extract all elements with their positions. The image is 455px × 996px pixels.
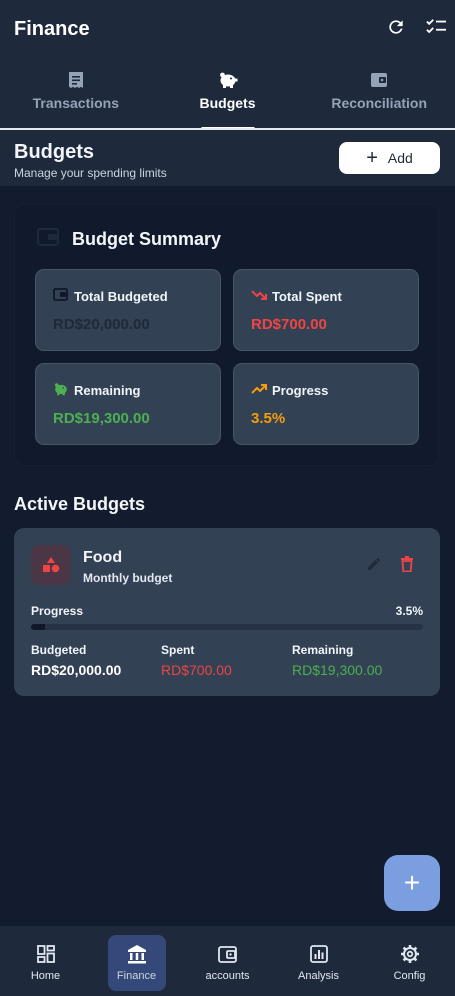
page-title: Budgets — [14, 141, 94, 163]
wallet-icon — [37, 228, 59, 251]
stat-progress: Progress 3.5% — [233, 363, 419, 445]
dashboard-icon — [36, 944, 55, 964]
edit-icon[interactable] — [366, 556, 382, 577]
app-title: Finance — [14, 18, 90, 40]
wallet-icon — [370, 70, 388, 90]
stat-label: Total Budgeted — [74, 289, 168, 304]
nav-label: Finance — [116, 970, 157, 982]
budget-summary-card: Budget Summary Total Budgeted RD$20,000.… — [14, 204, 439, 466]
plus-icon: + — [403, 867, 421, 898]
piggy-bank-icon — [53, 382, 69, 401]
stat-label: Remaining — [74, 383, 141, 398]
page-header: Budgets Manage your spending limits + Ad… — [0, 130, 455, 186]
wallet-icon — [218, 944, 237, 964]
progress-bar-fill — [31, 624, 45, 630]
delete-icon[interactable] — [400, 556, 414, 577]
plus-icon: + — [366, 147, 378, 169]
stat-value: RD$20,000.00 — [53, 316, 150, 333]
remaining-column: Remaining RD$19,300.00 — [292, 643, 382, 678]
stat-value: 3.5% — [251, 410, 286, 427]
bottom-navigation: Home Finance accounts Analysis Config — [0, 926, 455, 996]
receipt-icon — [68, 70, 84, 90]
nav-analysis[interactable]: Analysis — [273, 926, 364, 996]
stat-value: RD$19,300.00 — [53, 410, 150, 427]
nav-accounts[interactable]: accounts — [182, 926, 273, 996]
gear-icon — [400, 944, 420, 964]
budgeted-column: Budgeted RD$20,000.00 — [31, 643, 121, 678]
add-label: Add — [387, 150, 413, 166]
app-bar: Finance Transactions Budgets Reconciliat… — [0, 0, 455, 130]
progress-value: 3.5% — [395, 604, 423, 618]
stat-value: RD$700.00 — [251, 316, 327, 333]
budgeted-label: Budgeted — [31, 643, 87, 657]
nav-home[interactable]: Home — [0, 926, 91, 996]
budget-period: Monthly budget — [83, 571, 173, 585]
stat-label: Progress — [272, 383, 329, 398]
nav-label: Config — [393, 970, 426, 982]
stat-remaining: Remaining RD$19,300.00 — [35, 363, 221, 445]
nav-label: Analysis — [298, 970, 339, 982]
trending-up-icon — [251, 382, 267, 400]
bank-icon — [127, 944, 147, 964]
category-icon — [31, 545, 71, 585]
spent-column: Spent RD$700.00 — [161, 643, 232, 678]
add-budget-button[interactable]: + Add — [339, 142, 440, 174]
stat-label: Total Spent — [272, 289, 342, 304]
tab-transactions[interactable]: Transactions — [0, 60, 152, 130]
tab-budgets[interactable]: Budgets — [152, 60, 304, 130]
remaining-label: Remaining — [292, 643, 354, 657]
piggy-bank-icon — [218, 70, 238, 90]
budget-name: Food — [83, 549, 123, 566]
summary-title: Budget Summary — [72, 229, 222, 249]
wallet-icon — [53, 288, 68, 306]
spent-label: Spent — [161, 643, 195, 657]
nav-finance[interactable]: Finance — [91, 926, 182, 996]
refresh-icon[interactable] — [385, 16, 407, 38]
tab-reconciliation[interactable]: Reconciliation — [303, 60, 455, 130]
tab-label: Budgets — [199, 95, 256, 111]
budget-card-food[interactable]: Food Monthly budget Progress 3.5% Budget… — [14, 528, 440, 696]
spent-value: RD$700.00 — [161, 662, 232, 678]
page-subtitle: Manage your spending limits — [14, 166, 167, 180]
budgeted-value: RD$20,000.00 — [31, 662, 122, 678]
nav-config[interactable]: Config — [364, 926, 455, 996]
tab-label: Reconciliation — [331, 95, 428, 111]
tab-bar: Transactions Budgets Reconciliation — [0, 60, 455, 130]
add-fab-button[interactable]: + — [384, 855, 440, 911]
stat-total-spent: Total Spent RD$700.00 — [233, 269, 419, 351]
stat-total-budgeted: Total Budgeted RD$20,000.00 — [35, 269, 221, 351]
progress-label: Progress — [31, 604, 84, 618]
checklist-icon[interactable] — [425, 16, 447, 38]
tab-label: Transactions — [32, 95, 120, 111]
nav-label: accounts — [205, 970, 250, 982]
progress-bar — [31, 624, 423, 630]
chart-icon — [309, 944, 328, 964]
nav-label: Home — [30, 970, 61, 982]
trending-down-icon — [251, 288, 267, 306]
active-budgets-title: Active Budgets — [14, 494, 146, 514]
remaining-value: RD$19,300.00 — [292, 662, 383, 678]
